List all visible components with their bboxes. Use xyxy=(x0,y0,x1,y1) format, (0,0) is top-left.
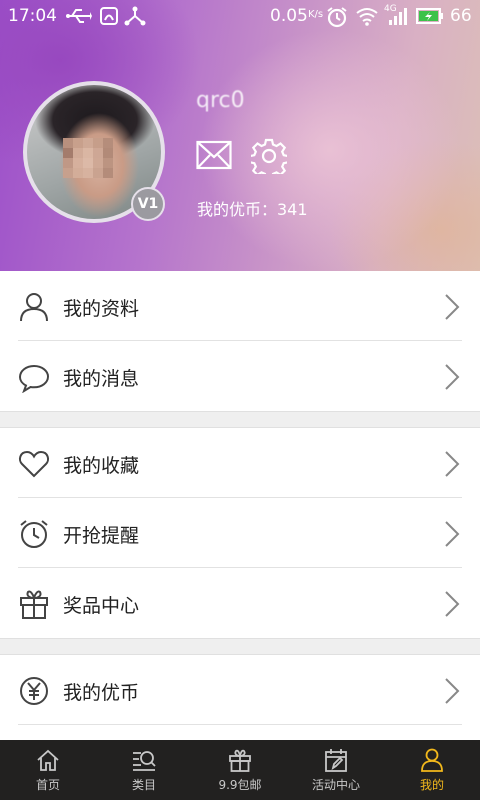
avatar-mosaic xyxy=(63,138,113,178)
network-speed-unit: K/s xyxy=(308,9,324,20)
section-gap xyxy=(0,638,480,655)
section-gap xyxy=(0,411,480,428)
battery-icon xyxy=(416,6,444,26)
menu-item-label: 开抢提醒 xyxy=(63,525,140,547)
tab-label: 首页 xyxy=(35,778,60,792)
user-icon xyxy=(18,291,50,323)
gift-icon xyxy=(18,588,50,620)
coins-balance: 我的优币：341 xyxy=(197,200,308,219)
level-badge: V1 xyxy=(131,187,165,221)
tab-home[interactable]: 首页 xyxy=(0,740,96,800)
profile-menu: 我的资料 我的消息 我的收藏 开抢提醒 奖品中心 我的优币 xyxy=(0,271,480,725)
menu-item-label: 奖品中心 xyxy=(63,595,140,617)
tab-mine[interactable]: 我的 xyxy=(384,740,480,800)
chevron-right-icon xyxy=(443,677,461,705)
alarm-clock-icon xyxy=(18,518,50,550)
person-icon xyxy=(421,748,443,772)
tab-label: 类目 xyxy=(131,778,156,792)
chevron-right-icon xyxy=(443,590,461,618)
divider xyxy=(18,724,462,725)
status-time: 17:04 xyxy=(8,6,57,26)
menu-item-sale-reminder[interactable]: 开抢提醒 xyxy=(0,498,480,568)
bottom-tab-bar: 首页 类目 9.9包邮 活动中心 我的 xyxy=(0,740,480,800)
menu-item-label: 我的优币 xyxy=(63,682,140,704)
notification-app-icon xyxy=(99,6,119,26)
chevron-right-icon xyxy=(443,450,461,478)
signal-icon xyxy=(388,6,408,26)
network-speed: 0.05 xyxy=(270,6,308,26)
tab-category[interactable]: 类目 xyxy=(96,740,192,800)
calendar-edit-icon xyxy=(325,749,347,772)
gift-box-icon xyxy=(229,749,251,772)
tab-label: 活动中心 xyxy=(311,778,360,792)
menu-item-my-coins[interactable]: 我的优币 xyxy=(0,655,480,725)
menu-item-my-profile[interactable]: 我的资料 xyxy=(0,271,480,341)
alarm-status-icon xyxy=(326,6,348,28)
menu-item-my-messages[interactable]: 我的消息 xyxy=(0,341,480,411)
username: qrc0 xyxy=(196,88,245,113)
category-search-icon xyxy=(133,751,156,771)
tab-label: 9.9包邮 xyxy=(218,778,262,792)
heart-icon xyxy=(18,448,50,480)
share-hub-icon xyxy=(124,6,146,26)
wifi-icon xyxy=(355,6,379,26)
menu-item-label: 我的消息 xyxy=(63,368,140,390)
tab-label: 我的 xyxy=(419,778,444,792)
gear-icon[interactable] xyxy=(248,138,290,180)
chevron-right-icon xyxy=(443,520,461,548)
battery-level: 66 xyxy=(450,6,472,26)
menu-item-prize-center[interactable]: 奖品中心 xyxy=(0,568,480,638)
menu-item-label: 我的收藏 xyxy=(63,455,140,477)
chevron-right-icon xyxy=(443,363,461,391)
yen-coin-icon xyxy=(18,675,50,707)
status-bar: 17:04 0.05 K/s 4G 66 xyxy=(0,0,480,32)
tab-activity-center[interactable]: 活动中心 xyxy=(288,740,384,800)
chevron-right-icon xyxy=(443,293,461,321)
menu-item-label: 我的资料 xyxy=(63,298,140,320)
chat-bubble-icon xyxy=(18,361,50,394)
profile-header: V1 qrc0 我的优币：341 xyxy=(0,0,480,271)
mail-icon[interactable] xyxy=(196,140,232,174)
menu-item-my-favorites[interactable]: 我的收藏 xyxy=(0,428,480,498)
tab-free-shipping[interactable]: 9.9包邮 xyxy=(192,740,288,800)
home-icon xyxy=(37,749,59,771)
usb-icon xyxy=(66,6,92,26)
